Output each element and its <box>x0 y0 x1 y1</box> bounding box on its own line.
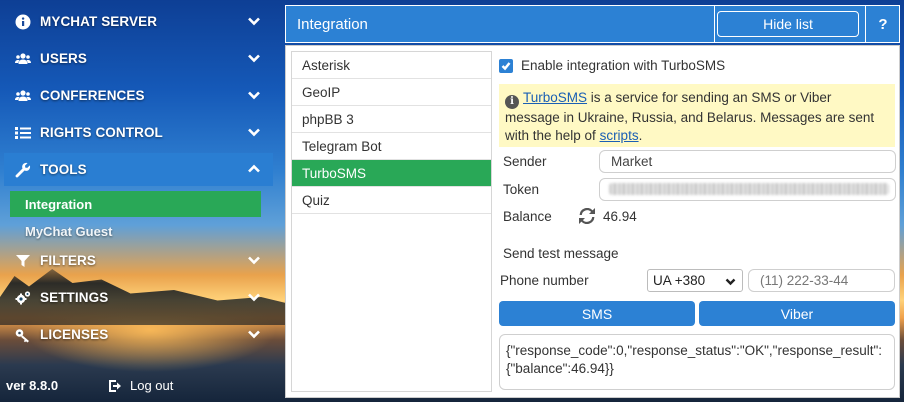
sender-input[interactable] <box>599 150 896 173</box>
conferences-icon <box>14 87 32 105</box>
sidebar-item-label: LICENSES <box>40 327 109 342</box>
sidebar-item-mychat-server[interactable]: MYCHAT SERVER <box>4 5 273 38</box>
token-redacted-value <box>609 183 889 195</box>
chevron-up-icon <box>247 162 261 176</box>
sidebar-item-filters[interactable]: FILTERS <box>4 244 273 277</box>
chevron-down-icon <box>247 290 261 304</box>
list-item-quiz[interactable]: Quiz <box>292 187 491 214</box>
turbosms-link[interactable]: TurboSMS <box>523 90 587 105</box>
sidebar-subitem-mychat-guest[interactable]: MyChat Guest <box>10 221 261 241</box>
token-label: Token <box>503 182 540 197</box>
sidebar-item-label: CONFERENCES <box>40 88 145 103</box>
page-title: Integration <box>297 15 368 33</box>
chevron-down-icon <box>247 88 261 102</box>
info-icon: i <box>505 95 519 109</box>
integration-list: Asterisk GeoIP phpBB 3 Telegram Bot Turb… <box>291 51 492 392</box>
sidebar-item-label: FILTERS <box>40 253 96 268</box>
key-icon <box>14 326 32 344</box>
info-circle-icon <box>14 13 32 31</box>
response-output: {"response_code":0,"response_status":"OK… <box>499 334 895 390</box>
list-icon <box>14 124 32 142</box>
enable-integration-row[interactable]: Enable integration with TurboSMS <box>499 58 725 73</box>
help-button[interactable]: ? <box>866 6 900 42</box>
chevron-down-icon <box>247 253 261 267</box>
logout-icon <box>109 379 121 392</box>
header-divider <box>714 6 715 42</box>
send-test-heading: Send test message <box>503 246 619 261</box>
chevron-down-icon <box>247 14 261 28</box>
sidebar-item-licenses[interactable]: LICENSES <box>4 318 273 351</box>
balance-label: Balance <box>503 209 552 224</box>
users-icon <box>14 50 32 68</box>
chevron-down-icon <box>725 275 736 290</box>
logout-label: Log out <box>130 378 174 393</box>
wrench-icon <box>14 161 32 179</box>
sidebar-subitem-label: Integration <box>25 196 93 212</box>
info-box: i TurboSMS is a service for sending an SM… <box>499 84 895 147</box>
sidebar-item-label: USERS <box>40 51 88 66</box>
sidebar-item-tools[interactable]: TOOLS <box>4 153 273 186</box>
viber-button[interactable]: Viber <box>699 301 895 326</box>
sidebar-subitem-integration[interactable]: Integration <box>10 191 261 217</box>
list-item-asterisk[interactable]: Asterisk <box>292 52 491 79</box>
chevron-down-icon <box>247 125 261 139</box>
checkmark-icon <box>501 61 511 70</box>
refresh-icon[interactable] <box>579 207 595 225</box>
sms-button[interactable]: SMS <box>499 301 695 326</box>
hide-list-button[interactable]: Hide list <box>717 11 859 37</box>
sidebar-item-settings[interactable]: SETTINGS <box>4 281 273 314</box>
chevron-down-icon <box>247 51 261 65</box>
sidebar-item-rights-control[interactable]: RIGHTS CONTROL <box>4 116 273 149</box>
list-item-phpbb3[interactable]: phpBB 3 <box>292 106 491 133</box>
sidebar-item-users[interactable]: USERS <box>4 42 273 75</box>
sidebar-item-label: SETTINGS <box>40 290 109 305</box>
panel-header: Integration Hide list ? <box>285 5 900 43</box>
sidebar-item-label: TOOLS <box>40 162 87 177</box>
sidebar-item-conferences[interactable]: CONFERENCES <box>4 79 273 112</box>
sidebar: MYCHAT SERVER USERS CONFERENCES RIGHTS C… <box>0 0 273 402</box>
gears-icon <box>14 289 32 307</box>
list-item-geoip[interactable]: GeoIP <box>292 79 491 106</box>
list-item-telegram-bot[interactable]: Telegram Bot <box>292 133 491 160</box>
sidebar-subitem-label: MyChat Guest <box>25 223 113 239</box>
sidebar-item-label: RIGHTS CONTROL <box>40 125 163 140</box>
sender-label: Sender <box>503 154 547 169</box>
panel-body: Asterisk GeoIP phpBB 3 Telegram Bot Turb… <box>285 45 900 398</box>
country-code-select[interactable]: UA +380 <box>647 269 743 292</box>
balance-value: 46.94 <box>603 209 637 224</box>
enable-label: Enable integration with TurboSMS <box>521 58 726 73</box>
phone-label: Phone number <box>500 273 589 288</box>
filter-icon <box>14 252 32 270</box>
version-label: ver 8.8.0 <box>6 378 59 393</box>
scripts-link[interactable]: scripts <box>600 128 639 143</box>
phone-input[interactable] <box>748 269 895 292</box>
logout-link[interactable]: Log out <box>109 378 173 393</box>
enable-checkbox[interactable] <box>499 58 513 73</box>
turbosms-settings: Enable integration with TurboSMS i TurboS… <box>499 46 897 396</box>
country-code-value: UA +380 <box>653 273 706 288</box>
sidebar-item-label: MYCHAT SERVER <box>40 14 158 29</box>
list-item-turbosms[interactable]: TurboSMS <box>292 160 491 187</box>
chevron-down-icon <box>247 327 261 341</box>
info-end: . <box>638 128 643 143</box>
